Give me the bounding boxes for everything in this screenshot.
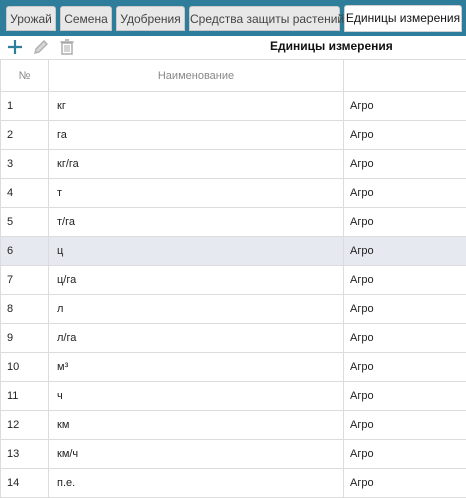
cell-source: Агро <box>344 121 466 150</box>
units-table: № Наименование 1кгАгро2гаАгро3кг/гаАгро4… <box>0 59 466 498</box>
cell-number: 12 <box>1 411 49 440</box>
cell-name: кг/га <box>49 150 344 179</box>
cell-source: Агро <box>344 411 466 440</box>
table-row[interactable]: 3кг/гаАгро <box>1 150 466 179</box>
cell-source: Агро <box>344 295 466 324</box>
table-header-row: № Наименование <box>1 60 466 92</box>
table-row[interactable]: 7ц/гаАгро <box>1 266 466 295</box>
trash-icon <box>58 38 76 56</box>
table-row[interactable]: 5т/гаАгро <box>1 208 466 237</box>
cell-number: 9 <box>1 324 49 353</box>
cell-source: Агро <box>344 237 466 266</box>
cell-number: 14 <box>1 469 49 498</box>
cell-source: Агро <box>344 469 466 498</box>
table-row[interactable]: 10м³Агро <box>1 353 466 382</box>
pencil-icon <box>32 38 50 56</box>
plus-icon <box>6 38 24 56</box>
table-row[interactable]: 12кмАгро <box>1 411 466 440</box>
table-row[interactable]: 8лАгро <box>1 295 466 324</box>
cell-number: 7 <box>1 266 49 295</box>
tab-plant-protection[interactable]: Средства защиты растений <box>189 6 340 31</box>
tab-fertilizers[interactable]: Удобрения <box>116 6 185 31</box>
cell-name: ц <box>49 237 344 266</box>
tab-harvest[interactable]: Урожай <box>6 6 56 31</box>
cell-source: Агро <box>344 353 466 382</box>
tab-units[interactable]: Единицы измерения <box>344 5 462 32</box>
table-row[interactable]: 11чАгро <box>1 382 466 411</box>
table-row[interactable]: 4тАгро <box>1 179 466 208</box>
cell-name: п.е. <box>49 469 344 498</box>
cell-source: Агро <box>344 92 466 121</box>
header-name[interactable]: Наименование <box>49 60 344 92</box>
cell-name: л <box>49 295 344 324</box>
cell-name: км/ч <box>49 440 344 469</box>
cell-number: 6 <box>1 237 49 266</box>
tab-seeds[interactable]: Семена <box>60 6 112 31</box>
cell-number: 5 <box>1 208 49 237</box>
table-row[interactable]: 6цАгро <box>1 237 466 266</box>
cell-name: т/га <box>49 208 344 237</box>
header-source[interactable] <box>344 60 466 92</box>
cell-source: Агро <box>344 266 466 295</box>
cell-name: кг <box>49 92 344 121</box>
cell-number: 4 <box>1 179 49 208</box>
delete-button[interactable] <box>58 38 76 56</box>
cell-name: ч <box>49 382 344 411</box>
cell-number: 2 <box>1 121 49 150</box>
table-row[interactable]: 13км/чАгро <box>1 440 466 469</box>
cell-source: Агро <box>344 324 466 353</box>
cell-name: км <box>49 411 344 440</box>
table-row[interactable]: 2гаАгро <box>1 121 466 150</box>
edit-button[interactable] <box>32 38 50 56</box>
header-number[interactable]: № <box>1 60 49 92</box>
cell-name: м³ <box>49 353 344 382</box>
cell-source: Агро <box>344 208 466 237</box>
cell-source: Агро <box>344 179 466 208</box>
cell-number: 13 <box>1 440 49 469</box>
table-row[interactable]: 1кгАгро <box>1 92 466 121</box>
table-row[interactable]: 14п.е.Агро <box>1 469 466 498</box>
cell-name: т <box>49 179 344 208</box>
cell-number: 3 <box>1 150 49 179</box>
cell-number: 10 <box>1 353 49 382</box>
table-row[interactable]: 9л/гаАгро <box>1 324 466 353</box>
cell-number: 1 <box>1 92 49 121</box>
cell-name: ц/га <box>49 266 344 295</box>
page-title: Единицы измерения <box>270 39 393 53</box>
tab-bar: Урожай Семена Удобрения Средства защиты … <box>0 0 466 36</box>
toolbar: Единицы измерения <box>0 36 466 58</box>
cell-source: Агро <box>344 440 466 469</box>
cell-name: га <box>49 121 344 150</box>
cell-source: Агро <box>344 382 466 411</box>
cell-number: 8 <box>1 295 49 324</box>
cell-source: Агро <box>344 150 466 179</box>
add-button[interactable] <box>6 38 24 56</box>
cell-name: л/га <box>49 324 344 353</box>
cell-number: 11 <box>1 382 49 411</box>
